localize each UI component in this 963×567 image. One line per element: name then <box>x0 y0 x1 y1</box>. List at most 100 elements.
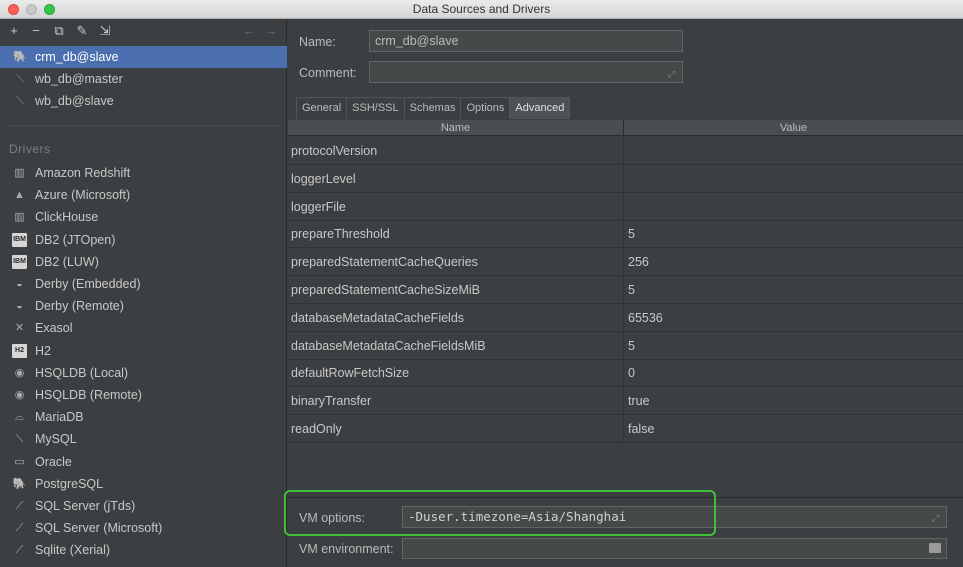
driver-item[interactable]: 🐘 PostgreSQL <box>0 473 287 495</box>
property-value-cell[interactable]: 65536 <box>628 304 958 332</box>
driver-item[interactable]: ◉ HSQLDB (Remote) <box>0 384 287 406</box>
driver-item[interactable]: ⟍ MySQL <box>0 428 287 450</box>
table-row[interactable]: prepareThreshold 5 <box>288 220 963 249</box>
table-row[interactable]: loggerFile <box>288 192 963 221</box>
oracle-icon: ▭ <box>14 455 25 468</box>
mysql-dolphin-icon: ⟍ <box>15 433 24 446</box>
driver-item[interactable]: ◒ Derby (Embedded) <box>0 273 287 295</box>
comment-field[interactable]: ⤢ <box>369 61 683 83</box>
property-name-cell: loggerLevel <box>291 171 356 186</box>
add-icon[interactable]: + <box>6 23 22 39</box>
cell-separator <box>623 220 624 249</box>
table-row[interactable]: preparedStatementCacheQueries 256 <box>288 248 963 277</box>
driver-item[interactable]: ◉ HSQLDB (Local) <box>0 362 287 384</box>
property-name-cell: protocolVersion <box>291 144 378 158</box>
property-value-cell[interactable] <box>628 193 958 221</box>
driver-item[interactable]: ⌓ MariaDB <box>0 406 287 428</box>
property-value-cell[interactable]: 5 <box>628 332 958 360</box>
column-header-name[interactable]: Name <box>288 120 623 136</box>
vm-environment-field[interactable] <box>402 538 947 559</box>
tab-options[interactable]: Options <box>460 97 511 119</box>
data-source-label: wb_db@master <box>35 72 123 86</box>
driver-item[interactable]: ▭ Oracle <box>0 451 287 473</box>
table-row[interactable]: preparedStatementCacheSizeMiB 5 <box>288 276 963 304</box>
tab-general[interactable]: General <box>296 97 348 119</box>
table-row[interactable]: loggerLevel <box>288 164 963 193</box>
hsqldb-icon: ◉ <box>14 366 25 379</box>
table-row[interactable]: databaseMetadataCacheFieldsMiB 5 <box>288 331 963 360</box>
data-source-item[interactable]: 🐘 crm_db@slave <box>0 46 287 68</box>
sqlite-feather-icon: ⟋ <box>15 544 24 557</box>
sqlserver-icon: ⟋ <box>15 522 24 535</box>
driver-item[interactable]: ▥ ClickHouse <box>0 206 287 228</box>
table-row[interactable]: readOnly false <box>288 415 963 443</box>
remove-icon[interactable]: − <box>28 23 44 39</box>
forward-arrow-icon[interactable]: → <box>263 23 279 39</box>
property-value-cell[interactable]: 5 <box>628 276 958 304</box>
driver-item[interactable]: H2 H2 <box>0 340 287 362</box>
ibm-db2-icon: IBM <box>12 254 27 269</box>
driver-item[interactable]: ◒ Derby (Remote) <box>0 295 287 317</box>
property-value-cell[interactable] <box>628 165 958 193</box>
import-icon[interactable]: ⇲ <box>97 23 113 39</box>
data-source-item[interactable]: ⟍ wb_db@master <box>0 68 287 90</box>
driver-item[interactable]: ⟋ SQL Server (Microsoft) <box>0 517 287 539</box>
expand-icon[interactable]: ⤢ <box>932 514 942 524</box>
driver-label: SQL Server (Microsoft) <box>35 521 163 536</box>
tab-schemas[interactable]: Schemas <box>403 97 462 119</box>
property-value-cell[interactable]: false <box>628 415 958 443</box>
property-value-cell[interactable]: 256 <box>628 248 958 276</box>
expand-icon[interactable]: ⤢ <box>668 69 678 79</box>
property-value-cell[interactable] <box>628 137 958 165</box>
sidebar-toolbar: + − ⧉ ✎ ⇲ ← → <box>0 19 287 45</box>
table-header: Name Value <box>288 120 963 136</box>
driver-label: ClickHouse <box>35 210 99 225</box>
azure-icon: ▲ <box>14 189 25 202</box>
wrench-icon[interactable]: ✎ <box>74 23 90 39</box>
cell-separator <box>623 192 624 221</box>
mysql-dolphin-icon: ⟍ <box>16 73 24 85</box>
sidebar-divider <box>10 125 282 126</box>
driver-label: PostgreSQL <box>35 476 104 491</box>
driver-item[interactable]: ⟋ SQL Server (jTds) <box>0 495 287 517</box>
driver-item[interactable]: IBM DB2 (JTOpen) <box>0 229 287 251</box>
driver-item[interactable]: IBM DB2 (LUW) <box>0 251 287 273</box>
main-panel: Name: crm_db@slave Comment: ⤢ General SSH… <box>284 19 963 567</box>
duplicate-icon[interactable]: ⧉ <box>51 23 67 39</box>
vm-options-highlight <box>284 490 716 536</box>
property-name-cell: databaseMetadataCacheFieldsMiB <box>291 338 486 353</box>
property-name-cell: defaultRowFetchSize <box>291 366 410 381</box>
table-row[interactable]: protocolVersion <box>288 137 963 165</box>
cell-separator <box>623 137 624 165</box>
driver-item[interactable]: ▲ Azure (Microsoft) <box>0 184 287 206</box>
table-row[interactable]: defaultRowFetchSize 0 <box>288 359 963 388</box>
postgres-elephant-icon: 🐘 <box>12 477 27 490</box>
property-value-cell[interactable]: 0 <box>628 359 958 387</box>
back-arrow-icon[interactable]: ← <box>241 23 257 39</box>
driver-label: Derby (Embedded) <box>35 277 141 291</box>
property-value-cell[interactable]: 5 <box>628 220 958 248</box>
data-source-label: crm_db@slave <box>35 50 119 64</box>
driver-item[interactable]: ⟋ Sqlite (Xerial) <box>0 539 287 561</box>
table-row[interactable]: binaryTransfer true <box>288 387 963 416</box>
data-source-item[interactable]: ⟍ wb_db@slave <box>0 90 287 112</box>
column-header-value[interactable]: Value <box>624 120 963 136</box>
tab-ssh-ssl[interactable]: SSH/SSL <box>346 97 405 119</box>
table-row[interactable]: databaseMetadataCacheFields 65536 <box>288 303 963 332</box>
property-name-cell: preparedStatementCacheSizeMiB <box>291 283 480 297</box>
tab-advanced[interactable]: Advanced <box>509 97 571 119</box>
driver-item[interactable]: ✕ Exasol <box>0 317 287 339</box>
window-title-bar: Data Sources and Drivers <box>0 0 963 19</box>
folder-icon[interactable] <box>929 543 941 553</box>
sidebar: + − ⧉ ✎ ⇲ ← → 🐘 crm_db@slave ⟍ wb_db@master… <box>0 19 287 567</box>
driver-item[interactable]: ▥ Amazon Redshift <box>0 162 287 184</box>
property-name-cell: loggerFile <box>291 199 346 214</box>
cell-separator <box>623 248 624 277</box>
name-field[interactable]: crm_db@slave <box>369 30 683 52</box>
property-value-cell[interactable]: true <box>628 387 958 415</box>
driver-label: DB2 (LUW) <box>35 254 99 269</box>
driver-label: DB2 (JTOpen) <box>35 232 116 247</box>
settings-tabs: General SSH/SSL Schemas Options Advanced <box>296 97 571 119</box>
cell-separator <box>623 387 624 416</box>
driver-label: Oracle <box>35 454 72 469</box>
